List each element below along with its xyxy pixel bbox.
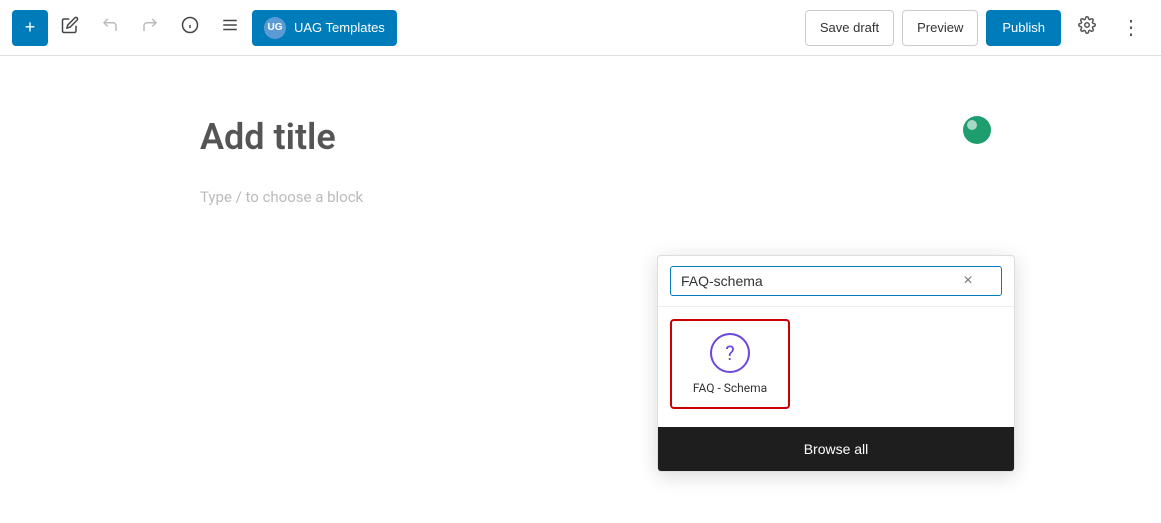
- clear-search-button[interactable]: ×: [956, 269, 980, 293]
- save-draft-button[interactable]: Save draft: [805, 10, 894, 46]
- plus-icon: +: [25, 17, 36, 38]
- title-placeholder[interactable]: Add title: [200, 116, 961, 158]
- edit-button[interactable]: [52, 10, 88, 46]
- search-container: ×: [670, 266, 1002, 296]
- info-button[interactable]: [172, 10, 208, 46]
- editor-area: Add title Type / to choose a block +: [0, 56, 1161, 246]
- pencil-icon: [61, 16, 79, 39]
- gear-icon: [1078, 16, 1096, 39]
- uag-avatar: UG: [264, 17, 286, 39]
- list-icon: [221, 16, 239, 39]
- preview-button[interactable]: Preview: [902, 10, 978, 46]
- toolbar-right: Save draft Preview Publish ⋮: [805, 10, 1149, 46]
- undo-icon: [101, 16, 119, 39]
- settings-button[interactable]: [1069, 10, 1105, 46]
- publish-button[interactable]: Publish: [986, 10, 1061, 46]
- more-options-button[interactable]: ⋮: [1113, 10, 1149, 46]
- block-inserter-popup: × ? FAQ - Schema Browse all: [657, 255, 1015, 472]
- block-search-input[interactable]: [670, 266, 1002, 296]
- faq-schema-block-item[interactable]: ? FAQ - Schema: [670, 319, 790, 409]
- add-block-toolbar-button[interactable]: +: [12, 10, 48, 46]
- search-row: ×: [658, 256, 1014, 307]
- info-icon: [181, 16, 199, 39]
- redo-icon: [141, 16, 159, 39]
- toolbar-left: +: [12, 10, 801, 46]
- faq-schema-label: FAQ - Schema: [693, 381, 767, 395]
- list-view-button[interactable]: [212, 10, 248, 46]
- uag-templates-label: UAG Templates: [294, 20, 385, 35]
- faq-schema-icon: ?: [710, 333, 750, 373]
- redo-button[interactable]: [132, 10, 168, 46]
- browse-all-button[interactable]: Browse all: [658, 427, 1014, 471]
- ellipsis-vertical-icon: ⋮: [1121, 15, 1141, 40]
- toolbar: +: [0, 0, 1161, 56]
- uag-templates-button[interactable]: UG UAG Templates: [252, 10, 397, 46]
- undo-button[interactable]: [92, 10, 128, 46]
- block-grid: ? FAQ - Schema: [658, 307, 1014, 427]
- block-type-placeholder[interactable]: Type / to choose a block: [200, 188, 961, 206]
- status-indicator: [963, 116, 991, 144]
